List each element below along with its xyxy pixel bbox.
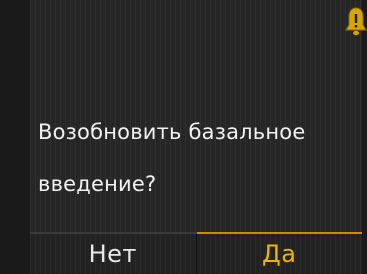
softkey-bar: Нет Да [30,232,362,274]
no-button[interactable]: Нет [30,234,196,274]
message-line-1: Возобновить базальное [38,120,306,144]
device-bezel-right [362,0,367,274]
device-bezel-left [0,0,30,274]
message-line-2: введение? [38,172,157,196]
dialog-display: Возобновить базальное введение? [30,0,367,232]
yes-button[interactable]: Да [196,232,362,274]
warning-bell-icon [344,6,367,38]
confirmation-message: Возобновить базальное введение? [38,106,358,210]
pump-screen: Возобновить базальное введение? Нет Да [0,0,367,274]
